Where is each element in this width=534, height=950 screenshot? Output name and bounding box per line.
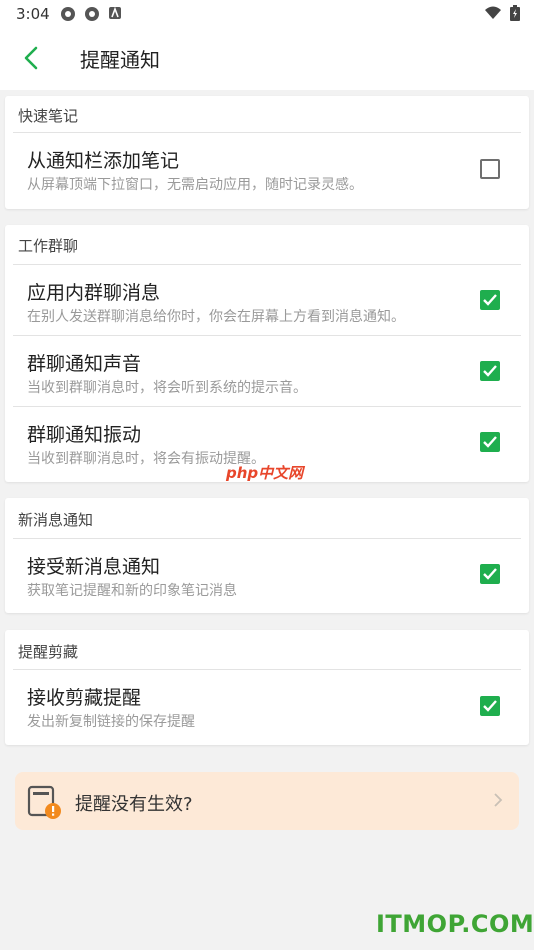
help-label: 提醒没有生效? xyxy=(75,794,193,815)
status-notification-icons xyxy=(60,6,122,22)
checkmark-icon xyxy=(483,568,497,580)
setting-title: 接受新消息通知 xyxy=(27,556,161,578)
checkbox[interactable] xyxy=(480,564,500,584)
section-header: 新消息通知 xyxy=(18,511,94,529)
setting-title: 应用内群聊消息 xyxy=(27,282,161,304)
chevron-right-icon xyxy=(494,793,503,807)
section-work-group-chat: 工作群聊 应用内群聊消息 在别人发送群聊消息给你时，你会在屏幕上方看到消息通知。… xyxy=(5,225,529,482)
setting-subtitle: 从屏幕顶端下拉窗口，无需启动应用，随时记录灵感。 xyxy=(27,177,363,193)
section-quick-notes: 快速笔记 从通知栏添加笔记 从屏幕顶端下拉窗口，无需启动应用，随时记录灵感。 xyxy=(5,96,529,209)
checkmark-icon xyxy=(483,700,497,712)
device-warning-icon xyxy=(27,785,61,819)
setting-subtitle: 获取笔记提醒和新的印象笔记消息 xyxy=(27,583,237,599)
setting-row-group-sound[interactable]: 群聊通知声音 当收到群聊消息时，将会听到系统的提示音。 xyxy=(5,336,529,406)
setting-subtitle: 发出新复制链接的保存提醒 xyxy=(27,714,195,730)
back-arrow-icon[interactable] xyxy=(18,44,46,72)
checkbox[interactable] xyxy=(480,696,500,716)
app-notification-icon xyxy=(61,7,75,21)
setting-title: 群聊通知振动 xyxy=(27,424,142,446)
checkmark-icon xyxy=(483,294,497,306)
setting-title: 从通知栏添加笔记 xyxy=(27,150,180,172)
section-header: 快速笔记 xyxy=(18,107,79,125)
app-bar: 提醒通知 xyxy=(0,28,534,90)
setting-row-receive-clip-reminders[interactable]: 接收剪藏提醒 发出新复制链接的保存提醒 xyxy=(5,670,529,745)
section-header: 工作群聊 xyxy=(18,237,79,255)
setting-row-add-note-from-notification[interactable]: 从通知栏添加笔记 从屏幕顶端下拉窗口，无需启动应用，随时记录灵感。 xyxy=(5,133,529,209)
section-new-message-notifications: 新消息通知 接受新消息通知 获取笔记提醒和新的印象笔记消息 xyxy=(5,498,529,613)
a-notification-icon xyxy=(109,6,121,19)
battery-icon xyxy=(510,5,520,21)
section-header: 提醒剪藏 xyxy=(18,643,79,661)
section-clip-reminders: 提醒剪藏 接收剪藏提醒 发出新复制链接的保存提醒 xyxy=(5,630,529,745)
reminder-not-working-banner[interactable]: 提醒没有生效? xyxy=(15,772,519,830)
page-title: 提醒通知 xyxy=(80,48,160,72)
checkbox[interactable] xyxy=(480,432,500,452)
wifi-icon xyxy=(485,6,501,19)
checkbox[interactable] xyxy=(480,290,500,310)
setting-title: 群聊通知声音 xyxy=(27,353,142,375)
setting-subtitle: 在别人发送群聊消息给你时，你会在屏幕上方看到消息通知。 xyxy=(27,309,405,325)
checkbox[interactable] xyxy=(480,361,500,381)
app-notification-icon xyxy=(85,7,99,21)
setting-subtitle: 当收到群聊消息时，将会听到系统的提示音。 xyxy=(27,380,307,396)
php-watermark: php中文网 xyxy=(226,464,304,482)
checkmark-icon xyxy=(483,436,497,448)
setting-row-accept-new-messages[interactable]: 接受新消息通知 获取笔记提醒和新的印象笔记消息 xyxy=(5,539,529,613)
itmop-watermark: ITMOP.COM xyxy=(376,910,534,938)
setting-row-in-app-group-message[interactable]: 应用内群聊消息 在别人发送群聊消息给你时，你会在屏幕上方看到消息通知。 xyxy=(5,265,529,335)
status-time: 3:04 xyxy=(16,5,50,23)
setting-title: 接收剪藏提醒 xyxy=(27,687,142,709)
checkbox[interactable] xyxy=(480,159,500,179)
status-bar: 3:04 xyxy=(0,0,534,28)
checkmark-icon xyxy=(483,365,497,377)
